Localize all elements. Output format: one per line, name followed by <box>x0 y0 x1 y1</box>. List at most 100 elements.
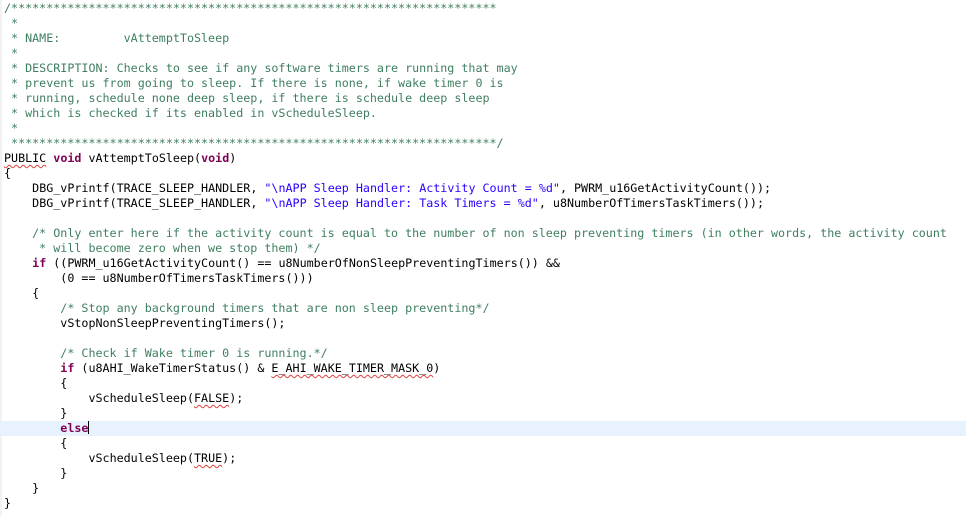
punctuation: ( <box>186 451 195 465</box>
identifier: u8NumberOfNonSleepPreventingTimers <box>278 256 518 270</box>
code-area[interactable]: /***************************************… <box>0 1 966 516</box>
schedule-sleep-call: vScheduleSleep(TRUE); <box>4 451 236 465</box>
keyword: else <box>60 421 89 435</box>
if-statement: if ((PWRM_u16GetActivityCount() == u8Num… <box>4 256 560 270</box>
code-text: { <box>4 436 68 450</box>
punctuation: ); <box>229 391 244 405</box>
identifier: PWRM_u16GetActivityCount <box>67 256 237 270</box>
identifier: TRACE_SLEEP_HANDLER <box>116 181 251 195</box>
string-literal: "\nAPP Sleep Handler: Activity Count = %… <box>264 181 560 195</box>
code-line: * <box>4 16 966 31</box>
keyword: void <box>53 151 82 165</box>
comment-text: * <box>4 46 19 60</box>
identifier: TRUE <box>194 451 223 465</box>
comment-text: /* Stop any background timers that are n… <box>4 301 490 315</box>
code-line: { <box>4 436 966 451</box>
code-line: /* Only enter here if the activity count… <box>4 226 966 241</box>
current-line[interactable]: else <box>0 421 966 436</box>
comment-text: * <box>4 16 19 30</box>
code-line: { <box>4 286 966 301</box>
code-text: } <box>4 496 12 510</box>
function-signature: PUBLIC void vAttemptToSleep(void) <box>4 151 236 165</box>
identifier: E_AHI_WAKE_TIMER_MASK_0 <box>271 361 434 375</box>
code-line: } <box>4 466 966 481</box>
code-text: } <box>4 466 68 480</box>
punctuation <box>4 451 88 465</box>
code-line: ****************************************… <box>4 136 966 151</box>
code-text: { <box>4 376 68 390</box>
identifier: u8NumberOfTimersTaskTimers <box>552 196 736 210</box>
schedule-sleep-call: vScheduleSleep(FALSE); <box>4 391 243 405</box>
punctuation <box>4 421 60 435</box>
punctuation <box>4 181 32 195</box>
punctuation: ) <box>229 151 237 165</box>
punctuation: ()) && <box>517 256 560 270</box>
punctuation: , <box>559 181 575 195</box>
identifier: DBG_vPrintf <box>32 196 110 210</box>
code-line: vScheduleSleep(FALSE); <box>4 391 966 406</box>
code-line: DBG_vPrintf(TRACE_SLEEP_HANDLER, "\nAPP … <box>4 196 966 211</box>
else-statement: else <box>4 421 90 435</box>
text-cursor <box>88 421 90 434</box>
code-line: * <box>4 121 966 136</box>
code-line: /***************************************… <box>4 1 966 16</box>
code-line: * which is checked if its enabled in vSc… <box>4 106 966 121</box>
code-line: if ((PWRM_u16GetActivityCount() == u8Num… <box>4 256 966 271</box>
code-line: /* Stop any background timers that are n… <box>4 301 966 316</box>
editor-gutter <box>0 0 2 516</box>
comment-text: * which is checked if its enabled in vSc… <box>4 106 377 120</box>
code-line: } <box>4 481 966 496</box>
identifier: PWRM_u16GetActivityCount <box>574 181 743 195</box>
comment-text: * <box>4 121 19 135</box>
code-line: vStopNonSleepPreventingTimers(); <box>4 316 966 331</box>
comment-text: * will become zero when we stop them) */ <box>4 241 321 255</box>
keyword: void <box>201 151 230 165</box>
punctuation: ()); <box>735 196 765 210</box>
identifier: u8AHI_WakeTimerStatus <box>88 361 237 375</box>
punctuation <box>4 196 32 210</box>
punctuation: ( <box>74 361 89 375</box>
punctuation: ( <box>109 196 117 210</box>
code-line: { <box>4 166 966 181</box>
punctuation: , <box>250 196 265 210</box>
identifier: vAttemptToSleep <box>88 151 195 165</box>
code-line: * prevent us from going to sleep. If the… <box>4 76 966 91</box>
identifier: TRACE_SLEEP_HANDLER <box>116 196 251 210</box>
punctuation: , <box>538 196 553 210</box>
code-text: } <box>4 406 68 420</box>
punctuation: ); <box>222 451 237 465</box>
debug-print-call: DBG_vPrintf(TRACE_SLEEP_HANDLER, "\nAPP … <box>4 196 764 210</box>
code-line: * running, schedule none deep sleep, if … <box>4 91 966 106</box>
code-text: { <box>4 166 12 180</box>
punctuation: ( <box>186 391 195 405</box>
keyword: if <box>60 361 75 375</box>
keyword: if <box>32 256 47 270</box>
comment-text: /* Only enter here if the activity count… <box>4 226 947 240</box>
code-line: * NAME: vAttemptToSleep <box>4 31 966 46</box>
identifier: DBG_vPrintf <box>32 181 110 195</box>
code-editor[interactable]: /***************************************… <box>0 0 966 516</box>
string-literal: "\nAPP Sleep Handler: Task Timers = %d" <box>264 196 539 210</box>
code-text: (0 == u8NumberOfTimersTaskTimers())) <box>4 271 314 285</box>
code-line: DBG_vPrintf(TRACE_SLEEP_HANDLER, "\nAPP … <box>4 181 966 196</box>
code-line: vScheduleSleep(TRUE); <box>4 451 966 466</box>
punctuation: ) <box>433 361 441 375</box>
punctuation: () & <box>236 361 272 375</box>
punctuation: , <box>250 181 265 195</box>
punctuation: ()); <box>742 181 772 195</box>
code-line: PUBLIC void vAttemptToSleep(void) <box>4 151 966 166</box>
comment-text: /***************************************… <box>4 1 497 15</box>
code-text: } <box>4 481 40 495</box>
identifier: vScheduleSleep <box>88 451 187 465</box>
code-line: } <box>4 406 966 421</box>
punctuation: ( <box>109 181 117 195</box>
comment-text: ****************************************… <box>4 136 504 150</box>
code-line: if (u8AHI_WakeTimerStatus() & E_AHI_WAKE… <box>4 361 966 376</box>
debug-print-call: DBG_vPrintf(TRACE_SLEEP_HANDLER, "\nAPP … <box>4 181 771 195</box>
code-line: * will become zero when we stop them) */ <box>4 241 966 256</box>
punctuation <box>4 361 60 375</box>
code-text: vStopNonSleepPreventingTimers(); <box>4 316 286 330</box>
code-text: { <box>4 286 40 300</box>
